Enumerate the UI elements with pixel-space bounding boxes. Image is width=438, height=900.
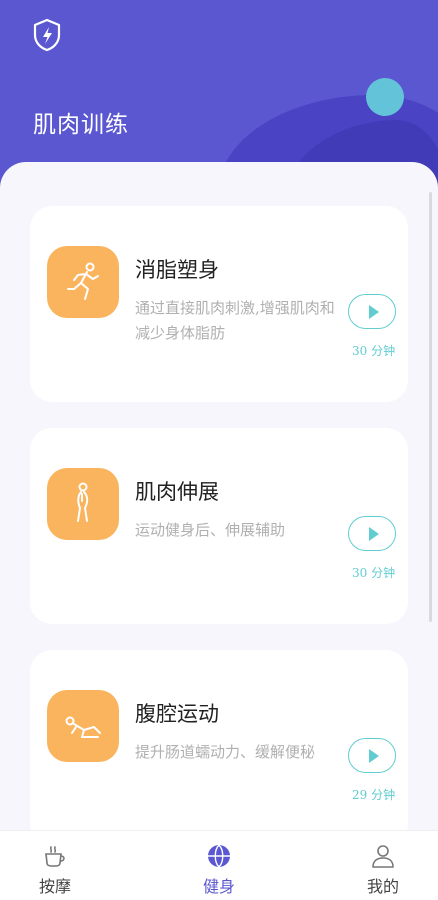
tab-label: 按摩 <box>38 877 71 896</box>
card-description: 运动健身后、伸展辅助 <box>135 521 286 539</box>
basketball-icon <box>208 844 230 868</box>
tab-label: 我的 <box>366 877 399 896</box>
workout-card-fat-burn[interactable]: 消脂塑身 通过直接肌肉刺激,增强肌肉和减少身体脂肪 30 分钟 <box>30 206 408 402</box>
bottom-tab-bar: 按摩 健身 我的 <box>0 830 438 900</box>
play-button[interactable] <box>348 294 396 329</box>
card-duration: 30 分钟 <box>352 566 396 580</box>
play-button[interactable] <box>348 516 396 551</box>
running-figure-icon <box>47 246 119 318</box>
card-duration: 30 分钟 <box>352 344 396 358</box>
decorative-circle <box>366 78 404 116</box>
play-icon <box>368 526 379 541</box>
play-icon <box>368 304 379 319</box>
scrollbar[interactable] <box>429 192 432 622</box>
tab-label: 健身 <box>202 877 235 896</box>
workout-card-stretch[interactable]: 肌肉伸展 运动健身后、伸展辅助 30 分钟 <box>30 428 408 624</box>
coffee-cup-icon <box>45 846 65 867</box>
card-title: 肌肉伸展 <box>135 480 219 504</box>
stretching-figure-icon <box>47 468 119 540</box>
content-panel[interactable]: 消脂塑身 通过直接肌肉刺激,增强肌肉和减少身体脂肪 30 分钟 肌肉伸展 运动健… <box>0 162 438 852</box>
card-description: 提升肠道蠕动力、缓解便秘 <box>135 743 316 761</box>
card-duration: 29 分钟 <box>352 788 396 802</box>
shield-lightning-icon <box>33 18 61 52</box>
page-title: 肌肉训练 <box>33 112 129 138</box>
tab-mine[interactable]: 我的 <box>343 831 423 900</box>
card-description: 通过直接肌肉刺激,增强肌肉和减少身体脂肪 <box>135 299 335 342</box>
tab-massage[interactable]: 按摩 <box>15 831 95 900</box>
tab-fitness[interactable]: 健身 <box>179 831 259 900</box>
workout-card-abdominal[interactable]: 腹腔运动 提升肠道蠕动力、缓解便秘 29 分钟 <box>30 650 408 846</box>
user-icon <box>372 845 394 868</box>
lying-figure-icon <box>47 690 119 762</box>
play-button[interactable] <box>348 738 396 773</box>
play-icon <box>368 748 379 763</box>
card-title: 腹腔运动 <box>135 702 219 726</box>
card-title: 消脂塑身 <box>135 258 219 282</box>
